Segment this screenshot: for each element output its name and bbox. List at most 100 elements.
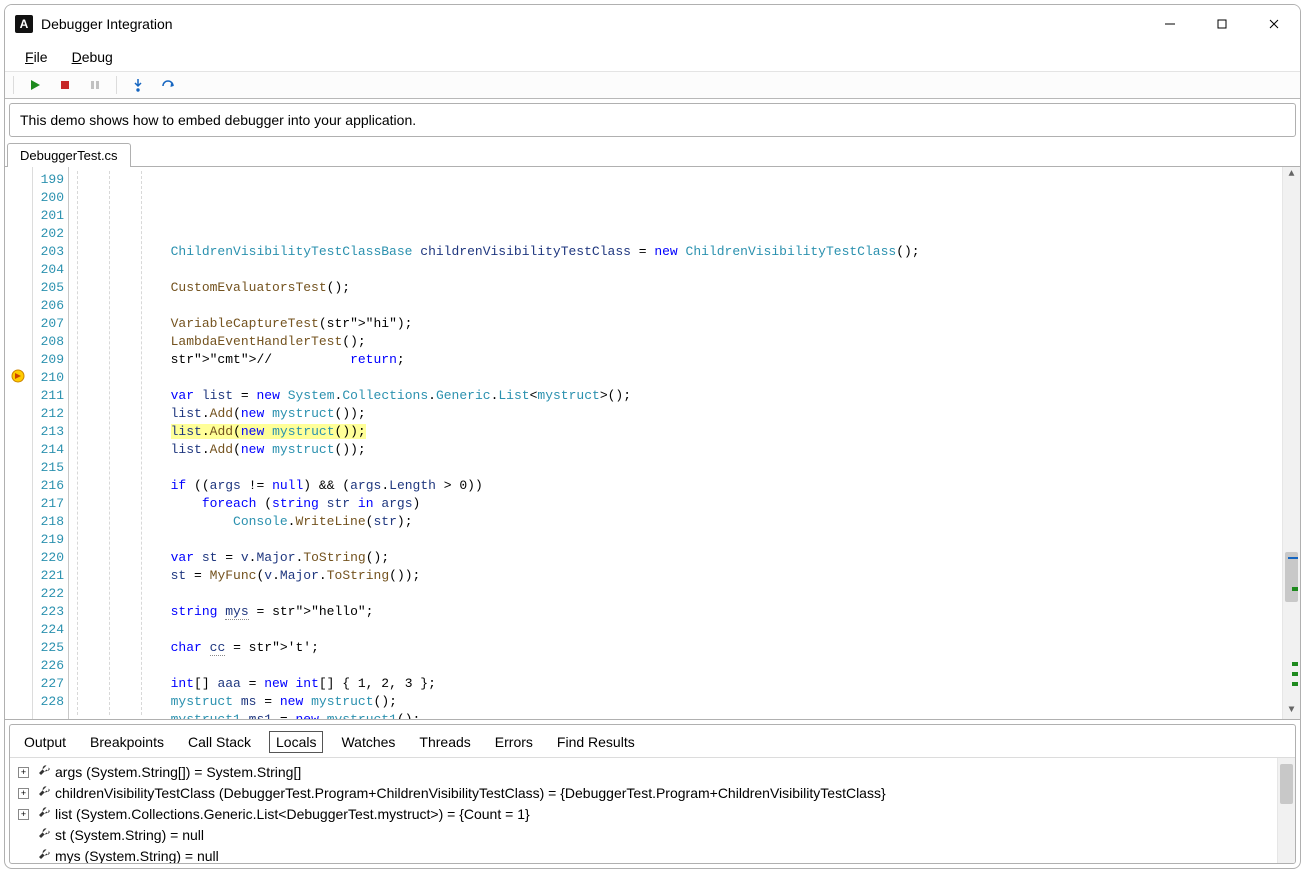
code-line[interactable] xyxy=(69,459,1282,477)
window-controls xyxy=(1144,5,1300,43)
code-line[interactable] xyxy=(69,585,1282,603)
expand-icon[interactable]: + xyxy=(18,788,29,799)
run-button[interactable] xyxy=(24,74,46,96)
step-into-icon xyxy=(131,78,145,92)
code-line[interactable] xyxy=(69,261,1282,279)
tree-leaf-icon xyxy=(18,851,29,862)
tab-output[interactable]: Output xyxy=(18,732,72,752)
locals-text: childrenVisibilityTestClass (DebuggerTes… xyxy=(55,783,886,804)
code-line[interactable]: mystruct ms = new mystruct(); xyxy=(69,693,1282,711)
maximize-button[interactable] xyxy=(1196,5,1248,43)
minimize-button[interactable] xyxy=(1144,5,1196,43)
window-title: Debugger Integration xyxy=(41,16,173,32)
stop-button[interactable] xyxy=(54,74,76,96)
code-line[interactable]: VariableCaptureTest(str">"hi"); xyxy=(69,315,1282,333)
step-over-icon xyxy=(161,78,175,92)
close-icon xyxy=(1268,18,1280,30)
scroll-down-icon[interactable]: ▼ xyxy=(1283,703,1300,719)
line-numbers: 1992002012022032042052062072082092102112… xyxy=(33,167,69,719)
step-into-button[interactable] xyxy=(127,74,149,96)
panel-scrollbar-thumb[interactable] xyxy=(1280,764,1293,804)
step-over-button[interactable] xyxy=(157,74,179,96)
tab-errors[interactable]: Errors xyxy=(489,732,539,752)
editor-panel: 1992002012022032042052062072082092102112… xyxy=(5,167,1300,720)
locals-row[interactable]: mys (System.String) = null xyxy=(18,846,1269,863)
menu-debug[interactable]: Debug xyxy=(60,45,125,69)
minimize-icon xyxy=(1164,18,1176,30)
locals-row[interactable]: st (System.String) = null xyxy=(18,825,1269,846)
tab-callstack[interactable]: Call Stack xyxy=(182,732,257,752)
tab-locals[interactable]: Locals xyxy=(269,731,323,753)
app-window: A Debugger Integration File Debug xyxy=(4,4,1301,869)
code-line[interactable]: if ((args != null) && (args.Length > 0)) xyxy=(69,477,1282,495)
play-icon xyxy=(28,78,42,92)
tab-watches[interactable]: Watches xyxy=(335,732,401,752)
tab-threads[interactable]: Threads xyxy=(413,732,476,752)
stop-icon xyxy=(58,78,72,92)
locals-tree[interactable]: + args (System.String[]) = System.String[… xyxy=(10,758,1277,863)
breakpoint-gutter[interactable] xyxy=(5,167,33,719)
wrench-icon xyxy=(37,846,51,863)
tree-leaf-icon xyxy=(18,830,29,841)
code-line[interactable] xyxy=(69,657,1282,675)
code-line[interactable]: ChildrenVisibilityTestClassBase children… xyxy=(69,243,1282,261)
code-line[interactable]: CustomEvaluatorsTest(); xyxy=(69,279,1282,297)
menu-file[interactable]: File xyxy=(13,45,60,69)
code-line[interactable]: st = MyFunc(v.Major.ToString()); xyxy=(69,567,1282,585)
code-line[interactable]: var st = v.Major.ToString(); xyxy=(69,549,1282,567)
expand-icon[interactable]: + xyxy=(18,809,29,820)
code-line[interactable]: list.Add(new mystruct()); xyxy=(69,405,1282,423)
code-line[interactable]: Console.WriteLine(str); xyxy=(69,513,1282,531)
locals-row[interactable]: + args (System.String[]) = System.String[… xyxy=(18,762,1269,783)
locals-text: mys (System.String) = null xyxy=(55,846,219,863)
toolbar xyxy=(5,71,1300,99)
code-line[interactable]: mystruct1 ms1 = new mystruct1(); xyxy=(69,711,1282,719)
code-line[interactable]: int[] aaa = new int[] { 1, 2, 3 }; xyxy=(69,675,1282,693)
wrench-icon xyxy=(37,783,51,804)
tab-debuggertest[interactable]: DebuggerTest.cs xyxy=(7,143,131,167)
code-line[interactable]: char cc = str">'t'; xyxy=(69,639,1282,657)
code-line[interactable]: foreach (string str in args) xyxy=(69,495,1282,513)
wrench-icon xyxy=(37,804,51,825)
code-line[interactable] xyxy=(69,531,1282,549)
bottom-panel: Output Breakpoints Call Stack Locals Wat… xyxy=(9,724,1296,864)
scrollbar-thumb[interactable] xyxy=(1285,552,1298,602)
menubar: File Debug xyxy=(5,43,1300,71)
code-line[interactable] xyxy=(69,369,1282,387)
locals-row[interactable]: + childrenVisibilityTestClass (DebuggerTe… xyxy=(18,783,1269,804)
code-line[interactable]: LambdaEventHandlerTest(); xyxy=(69,333,1282,351)
code-line[interactable]: string mys = str">"hello"; xyxy=(69,603,1282,621)
locals-text: list (System.Collections.Generic.List<De… xyxy=(55,804,530,825)
code-line[interactable]: list.Add(new mystruct()); xyxy=(69,441,1282,459)
info-text: This demo shows how to embed debugger in… xyxy=(20,112,416,128)
tab-findresults[interactable]: Find Results xyxy=(551,732,641,752)
locals-text: args (System.String[]) = System.String[] xyxy=(55,762,301,783)
info-bar: This demo shows how to embed debugger in… xyxy=(9,103,1296,137)
maximize-icon xyxy=(1216,18,1228,30)
pause-icon xyxy=(88,78,102,92)
panel-scrollbar[interactable] xyxy=(1277,758,1295,863)
code-line[interactable]: str">"cmt">// return; xyxy=(69,351,1282,369)
wrench-icon xyxy=(37,825,51,846)
expand-icon[interactable]: + xyxy=(18,767,29,778)
code-line[interactable]: list.Add(new mystruct()); xyxy=(69,423,1282,441)
editor-scrollbar[interactable]: ▲ ▼ xyxy=(1282,167,1300,719)
pause-button[interactable] xyxy=(84,74,106,96)
close-button[interactable] xyxy=(1248,5,1300,43)
code-editor[interactable]: 1992002012022032042052062072082092102112… xyxy=(5,167,1300,719)
scroll-up-icon[interactable]: ▲ xyxy=(1283,167,1300,183)
code-line[interactable] xyxy=(69,621,1282,639)
panel-tabs: Output Breakpoints Call Stack Locals Wat… xyxy=(10,725,1295,757)
wrench-icon xyxy=(37,762,51,783)
code-surface[interactable]: ChildrenVisibilityTestClassBase children… xyxy=(69,167,1282,719)
code-line[interactable]: var list = new System.Collections.Generi… xyxy=(69,387,1282,405)
titlebar: A Debugger Integration xyxy=(5,5,1300,43)
panel-body: + args (System.String[]) = System.String[… xyxy=(10,757,1295,863)
code-line[interactable] xyxy=(69,297,1282,315)
locals-text: st (System.String) = null xyxy=(55,825,204,846)
tab-breakpoints[interactable]: Breakpoints xyxy=(84,732,170,752)
app-icon: A xyxy=(15,15,33,33)
locals-row[interactable]: + list (System.Collections.Generic.List<D… xyxy=(18,804,1269,825)
document-tabs: DebuggerTest.cs xyxy=(5,141,1300,167)
code-line[interactable] xyxy=(69,225,1282,243)
